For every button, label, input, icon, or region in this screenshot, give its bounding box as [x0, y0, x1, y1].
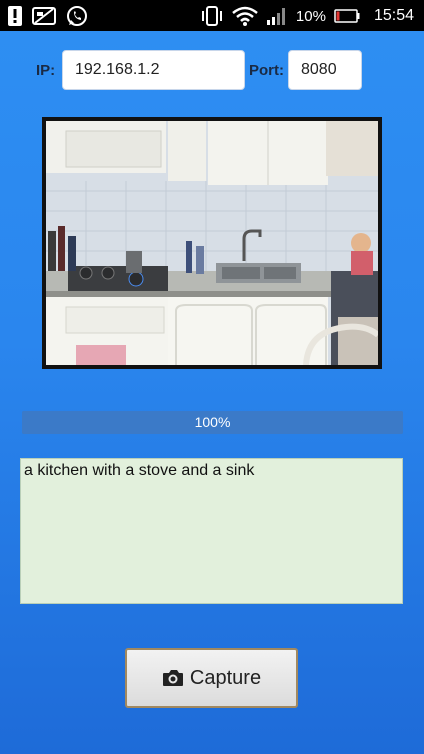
whatsapp-icon	[67, 6, 87, 26]
ip-label: IP:	[36, 62, 56, 79]
battery-percent: 10%	[295, 7, 326, 25]
camera-icon	[162, 670, 183, 686]
status-notifications	[8, 4, 88, 28]
capture-button-label: Capture	[189, 666, 262, 689]
progress-bar: 100%	[22, 411, 403, 434]
caption-output: a kitchen with a stove and a sink	[20, 458, 403, 604]
vibrate-icon	[201, 6, 222, 26]
captured-photo	[42, 117, 382, 369]
kitchen-photo-image	[46, 121, 378, 365]
signal-icon	[266, 8, 285, 25]
port-input[interactable]	[288, 50, 362, 90]
port-label: Port:	[249, 62, 284, 79]
alert-icon	[8, 6, 22, 26]
status-system: 10% 15:54	[200, 4, 414, 28]
battery-icon	[334, 9, 360, 23]
no-sim-icon	[32, 7, 56, 25]
capture-button[interactable]: Capture	[125, 648, 298, 708]
status-bar: 10% 15:54	[0, 0, 424, 31]
ip-input[interactable]	[62, 50, 245, 90]
wifi-icon	[232, 6, 258, 26]
clock: 15:54	[373, 7, 414, 24]
progress-text: 100%	[194, 414, 231, 430]
